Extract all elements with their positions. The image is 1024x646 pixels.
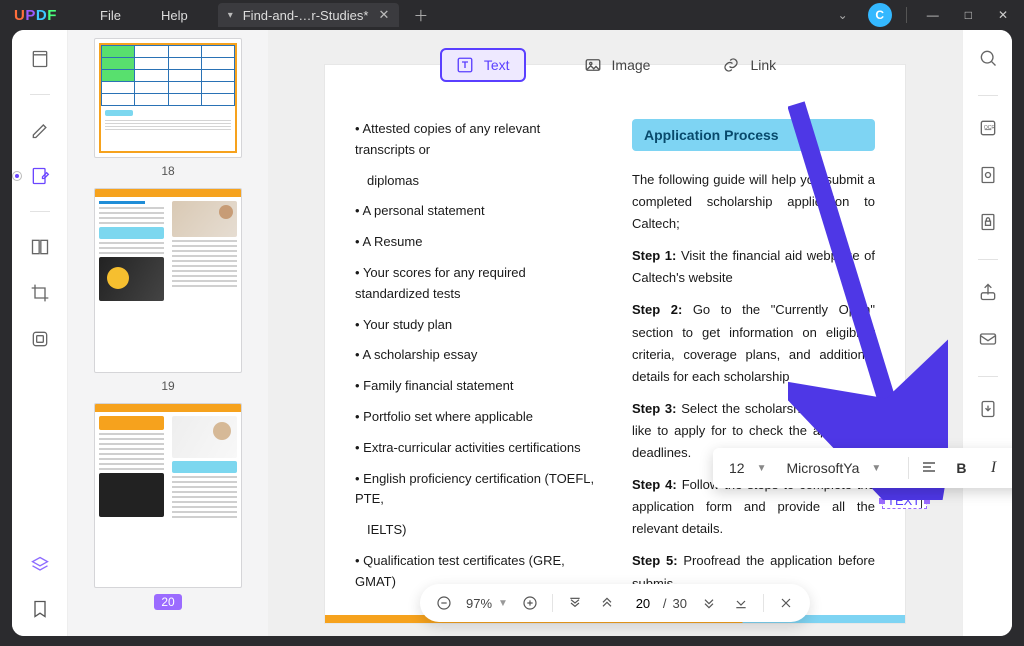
- current-page-input[interactable]: [629, 596, 657, 611]
- new-tab-button[interactable]: ＋: [413, 5, 428, 26]
- last-page-button[interactable]: [731, 593, 751, 613]
- zoom-out-button[interactable]: [434, 593, 454, 613]
- font-size-select[interactable]: 12▼: [723, 460, 772, 476]
- redact-icon[interactable]: [978, 165, 998, 190]
- reader-tool-icon[interactable]: [29, 48, 51, 70]
- thumbnails-panel[interactable]: 18 19 20: [68, 30, 268, 636]
- email-icon[interactable]: [978, 329, 998, 354]
- link-icon: [722, 56, 740, 74]
- thumbnail-number: 20: [154, 594, 181, 610]
- text-edit-box[interactable]: TEXT: [882, 492, 927, 509]
- intro-paragraph: The following guide will help you submit…: [632, 169, 875, 235]
- share-icon[interactable]: [978, 282, 998, 307]
- edit-mode-tabs: Text Image Link: [268, 30, 962, 100]
- zoom-in-button[interactable]: [520, 593, 540, 613]
- bold-button[interactable]: B: [949, 460, 973, 476]
- bullet-item: Your scores for any required standardize…: [355, 263, 598, 305]
- menu-file[interactable]: File: [100, 8, 121, 23]
- tab-close-icon[interactable]: ✕: [378, 7, 389, 23]
- edit-tool-icon[interactable]: [29, 165, 51, 187]
- bullet-item: Your study plan: [355, 315, 598, 336]
- page-sep: /: [663, 596, 667, 611]
- export-icon[interactable]: [978, 399, 998, 424]
- left-tool-rail: [12, 30, 68, 636]
- step-paragraph: Step 2: Go to the "Currently Open" secti…: [632, 299, 875, 387]
- tab-dropdown-icon[interactable]: ▾: [228, 10, 233, 21]
- page-indicator: / 30: [629, 596, 687, 611]
- window-maximize-button[interactable]: □: [959, 4, 978, 26]
- bullet-item: A Resume: [355, 232, 598, 253]
- step-paragraph: Step 1: Visit the financial aid webpage …: [632, 245, 875, 289]
- close-bar-button[interactable]: [776, 593, 796, 613]
- resize-handle-right[interactable]: [924, 498, 930, 504]
- image-tool-label: Image: [612, 57, 651, 73]
- bullet-item: A personal statement: [355, 201, 598, 222]
- document-area: Text Image Link Attested copies of any r…: [268, 30, 962, 636]
- tab-title: Find-and-…r-Studies*: [243, 8, 369, 23]
- document-left-column: Attested copies of any relevant transcri…: [355, 119, 598, 605]
- chevron-down-icon: ▼: [757, 463, 767, 474]
- bullet-item: diplomas: [355, 171, 598, 192]
- text-tool-button[interactable]: Text: [440, 48, 526, 82]
- bullet-item: A scholarship essay: [355, 345, 598, 366]
- text-icon: [456, 56, 474, 74]
- thumbnail-number: 19: [161, 379, 174, 393]
- text-cursor: [921, 493, 922, 508]
- active-indicator-dot: [13, 172, 21, 180]
- editing-text: TEXT: [887, 493, 920, 508]
- document-tab[interactable]: ▾ Find-and-…r-Studies* ✕: [218, 3, 400, 27]
- menu-help[interactable]: Help: [161, 8, 188, 23]
- history-dropdown-icon[interactable]: ⌄: [832, 4, 854, 26]
- text-format-toolbar: 12▼ MicrosoftYa▼ B I: [713, 448, 1012, 488]
- zoom-navigation-bar: 97%▼ / 30: [420, 584, 810, 622]
- zoom-percent-select[interactable]: 97%▼: [466, 596, 508, 611]
- organize-tool-icon[interactable]: [29, 328, 51, 350]
- align-left-button[interactable]: [917, 459, 941, 478]
- next-page-button[interactable]: [699, 593, 719, 613]
- resize-handle-left[interactable]: [879, 498, 885, 504]
- ocr-icon[interactable]: OCR: [978, 118, 998, 143]
- first-page-button[interactable]: [565, 593, 585, 613]
- window-close-button[interactable]: ✕: [992, 4, 1014, 26]
- chevron-down-icon: ▼: [871, 463, 881, 474]
- link-tool-button[interactable]: Link: [708, 50, 790, 80]
- document-right-column: Application Process The following guide …: [632, 119, 875, 605]
- thumbnail-18[interactable]: 18: [90, 38, 246, 178]
- title-bar: UPDF File Help ▾ Find-and-…r-Studies* ✕ …: [0, 0, 1024, 30]
- thumbnail-20[interactable]: 20: [90, 403, 246, 610]
- protect-icon[interactable]: [978, 212, 998, 237]
- bullet-item: Attested copies of any relevant transcri…: [355, 119, 598, 161]
- total-pages: 30: [673, 596, 687, 611]
- crop-tool-icon[interactable]: [29, 282, 51, 304]
- page-tools-icon[interactable]: [29, 236, 51, 258]
- thumbnail-19[interactable]: 19: [90, 188, 246, 393]
- font-family-select[interactable]: MicrosoftYa▼: [780, 460, 900, 476]
- bookmark-icon[interactable]: [29, 598, 51, 620]
- search-icon[interactable]: [978, 48, 998, 73]
- link-tool-label: Link: [750, 57, 776, 73]
- prev-page-button[interactable]: [597, 593, 617, 613]
- bullet-item: IELTS): [355, 520, 598, 541]
- document-page[interactable]: Attested copies of any relevant transcri…: [324, 64, 906, 624]
- layers-icon[interactable]: [29, 554, 51, 576]
- bullet-item: English proficiency certification (TOEFL…: [355, 469, 598, 511]
- workspace: 18 19 20 Text Image: [12, 30, 1012, 636]
- image-icon: [584, 56, 602, 74]
- bullet-item: Family financial statement: [355, 376, 598, 397]
- menu-bar: File Help: [60, 8, 188, 23]
- text-tool-label: Text: [484, 57, 510, 73]
- italic-button[interactable]: I: [981, 459, 1005, 477]
- window-minimize-button[interactable]: —: [921, 4, 945, 26]
- bullet-item: Portfolio set where applicable: [355, 407, 598, 428]
- annotate-tool-icon[interactable]: [29, 119, 51, 141]
- svg-text:OCR: OCR: [983, 125, 995, 131]
- thumbnail-number: 18: [161, 164, 174, 178]
- app-logo: UPDF: [0, 7, 60, 24]
- application-process-heading: Application Process: [632, 119, 875, 151]
- image-tool-button[interactable]: Image: [570, 50, 665, 80]
- right-tool-rail: OCR: [962, 30, 1012, 636]
- user-avatar[interactable]: C: [868, 3, 892, 27]
- bullet-item: Extra-curricular activities certificatio…: [355, 438, 598, 459]
